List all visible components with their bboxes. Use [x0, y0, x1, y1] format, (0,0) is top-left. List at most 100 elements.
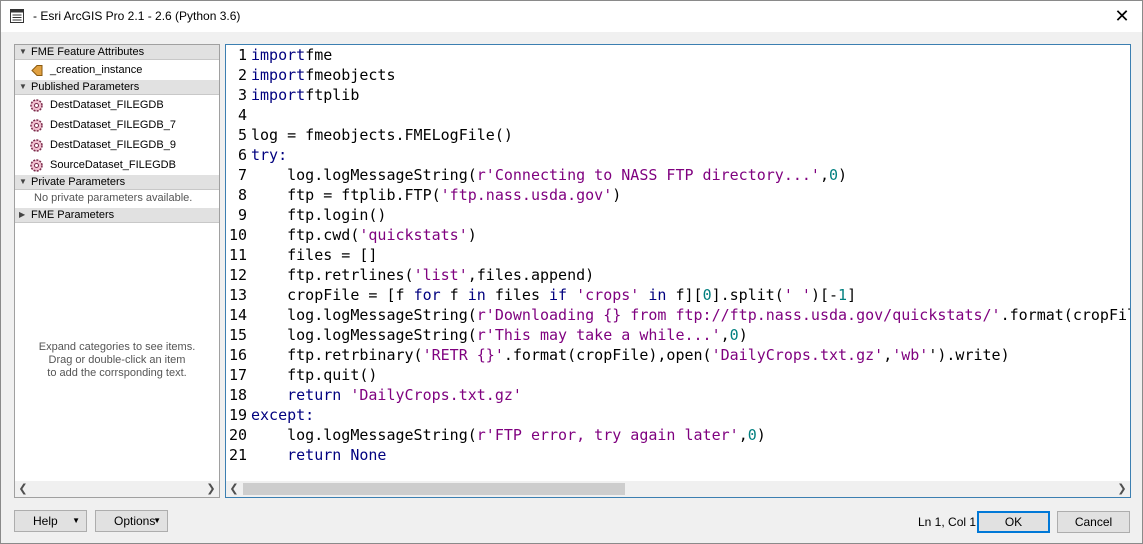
- caret-down-icon: ▼: [153, 516, 161, 525]
- token-kw: try:: [251, 146, 288, 164]
- hint-line: Drag or double-click an item: [48, 354, 186, 366]
- cancel-button[interactable]: Cancel: [1057, 511, 1130, 533]
- code-line[interactable]: 10 ftp.cwd('quickstats'): [226, 225, 1130, 245]
- token: ): [467, 226, 477, 244]
- code-line[interactable]: 16 ftp.retrbinary('RETR {}'.format(cropF…: [226, 345, 1130, 365]
- token: ): [838, 166, 848, 184]
- token-num: 0: [828, 166, 839, 184]
- tree-item-source-dataset[interactable]: SourceDataset_FILEGDB: [15, 155, 219, 175]
- code-line[interactable]: 17 ftp.quit(): [226, 365, 1130, 385]
- token: ').write): [928, 346, 1010, 364]
- chevron-down-icon[interactable]: ▼: [19, 45, 27, 59]
- tree-item-dest-dataset-7[interactable]: DestDataset_FILEGDB_7: [15, 115, 219, 135]
- code-line[interactable]: 7 log.logMessageString(r'Connecting to N…: [226, 165, 1130, 185]
- scroll-left-icon[interactable]: ❮: [226, 481, 242, 497]
- code-text: log.logMessageString(r'FTP error, try ag…: [251, 425, 766, 445]
- tree-item-dest-dataset[interactable]: DestDataset_FILEGDB: [15, 95, 219, 115]
- code-line[interactable]: 13 cropFile = [f for f in files if 'crop…: [226, 285, 1130, 305]
- code-line[interactable]: 5 log = fmeobjects.FMELogFile(): [226, 125, 1130, 145]
- token: ): [612, 186, 622, 204]
- caret-down-icon: ▼: [72, 516, 80, 525]
- chevron-down-icon[interactable]: ▼: [19, 175, 27, 189]
- code-area[interactable]: 1 importfme 2 importfmeobjects 3 importftplib…: [226, 45, 1130, 481]
- token: ,: [819, 166, 829, 184]
- line-number: 8: [237, 186, 247, 204]
- token: log = fmeobjects.FMELogFile(): [251, 126, 513, 144]
- category-fme-feature-attributes[interactable]: ▼ FME Feature Attributes: [15, 45, 219, 60]
- code-line[interactable]: 6 try:: [226, 145, 1130, 165]
- close-icon[interactable]: ✕: [1111, 5, 1133, 27]
- category-published-parameters[interactable]: ▼ Published Parameters: [15, 80, 219, 95]
- token: ftp = ftplib.FTP(: [251, 186, 441, 204]
- window-menu-icon[interactable]: [10, 9, 24, 23]
- hint-line: to add the corrsponding text.: [47, 367, 187, 379]
- help-button[interactable]: Help ▼: [14, 510, 87, 532]
- token: ]: [847, 286, 857, 304]
- code-line[interactable]: 3 importftplib: [226, 85, 1130, 105]
- options-button[interactable]: Options ▼: [95, 510, 168, 532]
- tree-item-label: DestDataset_FILEGDB_7: [50, 119, 176, 131]
- code-line[interactable]: 14 log.logMessageString(r'Downloading {}…: [226, 305, 1130, 325]
- line-number: 1: [237, 46, 247, 64]
- tree-item-creation-instance[interactable]: _creation_instance: [15, 60, 219, 80]
- token-kw: if: [549, 286, 568, 304]
- scroll-left-icon[interactable]: ❮: [15, 481, 31, 497]
- token-str: r'Connecting to NASS FTP directory...': [476, 166, 820, 184]
- line-number: 13: [228, 286, 247, 304]
- category-fme-parameters[interactable]: ▶ FME Parameters: [15, 208, 219, 223]
- code-line[interactable]: 8 ftp = ftplib.FTP('ftp.nass.usda.gov'): [226, 185, 1130, 205]
- category-private-parameters[interactable]: ▼ Private Parameters: [15, 175, 219, 190]
- code-line[interactable]: 19 except:: [226, 405, 1130, 425]
- token: ,: [738, 426, 748, 444]
- code-line[interactable]: 18 return 'DailyCrops.txt.gz': [226, 385, 1130, 405]
- token: )[-: [810, 286, 839, 304]
- code-line[interactable]: 11 files = []: [226, 245, 1130, 265]
- token-kw: in: [467, 286, 486, 304]
- horizontal-scrollbar[interactable]: ❮ ❯: [226, 481, 1130, 497]
- code-text: ftp = ftplib.FTP('ftp.nass.usda.gov'): [251, 185, 621, 205]
- token: ): [756, 426, 766, 444]
- token-str: 'DailyCrops.txt.gz': [711, 346, 884, 364]
- token: .format(cropFil: [1000, 306, 1130, 324]
- code-line[interactable]: 12 ftp.retrlines('list',files.append): [226, 265, 1130, 285]
- ok-button[interactable]: OK: [977, 511, 1050, 533]
- code-line[interactable]: 21 return None: [226, 445, 1130, 465]
- chevron-down-icon[interactable]: ▼: [19, 80, 27, 94]
- code-text: importfmeobjects: [251, 65, 396, 85]
- scrollbar-thumb[interactable]: [243, 483, 625, 495]
- horizontal-scrollbar[interactable]: ❮ ❯: [15, 481, 219, 497]
- tree-item-label: SourceDataset_FILEGDB: [50, 159, 176, 171]
- title-bar: - Esri ArcGIS Pro 2.1 - 2.6 (Python 3.6)…: [1, 1, 1142, 32]
- parameter-gear-icon: [30, 139, 43, 152]
- code-text: ftp.quit(): [251, 365, 377, 385]
- code-line[interactable]: 20 log.logMessageString(r'FTP error, try…: [226, 425, 1130, 445]
- category-label: Private Parameters: [31, 176, 126, 188]
- token: files: [485, 286, 550, 304]
- token: files = []: [251, 246, 378, 264]
- code-line[interactable]: 15 log.logMessageString(r'This may take …: [226, 325, 1130, 345]
- parameter-gear-icon: [30, 119, 43, 132]
- line-number: 12: [228, 266, 247, 284]
- code-line[interactable]: 4: [226, 105, 1130, 125]
- token: ftp.retrbinary(: [251, 346, 423, 364]
- code-line[interactable]: 2 importfmeobjects: [226, 65, 1130, 85]
- tree-item-label: DestDataset_FILEGDB_9: [50, 139, 176, 151]
- parameter-gear-icon: [30, 159, 43, 172]
- scroll-right-icon[interactable]: ❯: [1114, 481, 1130, 497]
- code-line[interactable]: 1 importfme: [226, 45, 1130, 65]
- code-text: ftp.retrbinary('RETR {}'.format(cropFile…: [251, 345, 1010, 365]
- code-editor[interactable]: 1 importfme 2 importfmeobjects 3 importftplib…: [225, 44, 1131, 498]
- line-number: 2: [237, 66, 247, 84]
- token: ,: [720, 326, 730, 344]
- line-number: 5: [237, 126, 247, 144]
- token: ].split(: [711, 286, 784, 304]
- line-number: 10: [228, 226, 247, 244]
- scroll-right-icon[interactable]: ❯: [203, 481, 219, 497]
- chevron-right-icon[interactable]: ▶: [19, 208, 25, 222]
- line-number: 4: [237, 106, 247, 124]
- tree-item-label: DestDataset_FILEGDB: [50, 99, 164, 111]
- code-line[interactable]: 9 ftp.login(): [226, 205, 1130, 225]
- tree-item-dest-dataset-9[interactable]: DestDataset_FILEGDB_9: [15, 135, 219, 155]
